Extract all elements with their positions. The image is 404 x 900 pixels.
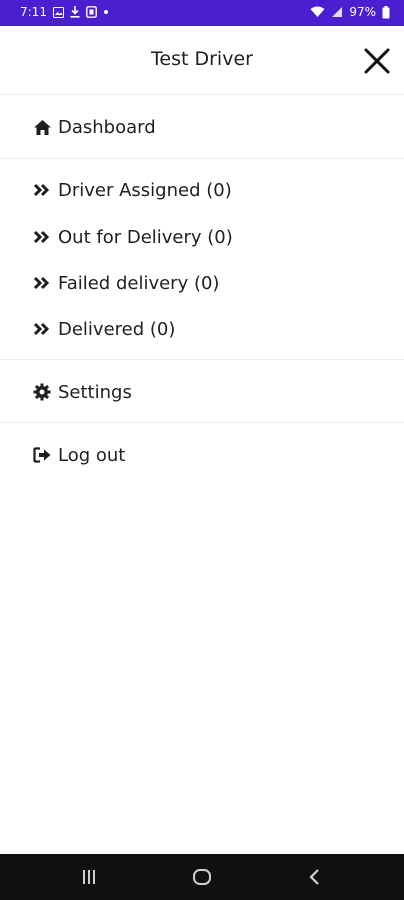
home-icon — [32, 117, 52, 137]
download-icon — [70, 6, 80, 18]
gear-icon — [32, 382, 52, 402]
double-chevron-right-icon — [32, 319, 52, 339]
status-left: 7:11 — [20, 5, 109, 19]
system-navigation-bar — [0, 854, 404, 900]
signal-icon — [331, 6, 343, 18]
divider — [0, 422, 404, 423]
menu-item-label: Dashboard — [58, 116, 156, 138]
divider — [0, 359, 404, 360]
sign-out-icon — [32, 445, 52, 465]
menu-item-label: Failed delivery (0) — [58, 272, 220, 294]
menu-item-label: Settings — [58, 381, 132, 403]
double-chevron-right-icon — [32, 273, 52, 293]
double-chevron-right-icon — [32, 180, 52, 200]
dot-icon — [103, 9, 109, 15]
close-icon — [364, 48, 390, 74]
status-right: 97% — [310, 5, 390, 19]
status-bar: 7:11 97% — [0, 0, 404, 26]
menu-item-delivered[interactable]: Delivered (0) — [32, 316, 175, 342]
shield-notification-icon — [86, 6, 97, 18]
double-chevron-right-icon — [32, 227, 52, 247]
menu-item-failed-delivery[interactable]: Failed delivery (0) — [32, 270, 219, 296]
image-notification-icon — [52, 6, 64, 18]
battery-percent: 97% — [349, 5, 376, 19]
menu-item-dashboard[interactable]: Dashboard — [32, 114, 156, 140]
home-button[interactable] — [190, 866, 214, 888]
menu-item-label: Delivered (0) — [58, 318, 176, 340]
close-button[interactable] — [362, 46, 392, 76]
menu-item-label: Out for Delivery (0) — [58, 226, 233, 248]
page-title: Test Driver — [151, 48, 253, 70]
status-time: 7:11 — [20, 5, 47, 19]
home-circle-icon — [193, 869, 211, 885]
recent-apps-icon — [83, 870, 95, 884]
menu-item-label: Log out — [58, 444, 126, 466]
wifi-icon — [310, 6, 325, 18]
menu-item-label: Driver Assigned (0) — [58, 179, 232, 201]
menu-item-out-for-delivery[interactable]: Out for Delivery (0) — [32, 224, 233, 250]
app-screen: 7:11 97% Test Driver Dashboard Driver As… — [0, 0, 404, 900]
back-button[interactable] — [303, 866, 327, 888]
menu-item-driver-assigned[interactable]: Driver Assigned (0) — [32, 177, 232, 203]
battery-icon — [382, 5, 390, 19]
drawer-header: Test Driver — [0, 26, 404, 95]
menu-item-settings[interactable]: Settings — [32, 379, 132, 405]
back-icon — [309, 869, 319, 885]
recent-apps-button[interactable] — [77, 866, 101, 888]
menu-item-logout[interactable]: Log out — [32, 442, 125, 468]
divider — [0, 158, 404, 159]
